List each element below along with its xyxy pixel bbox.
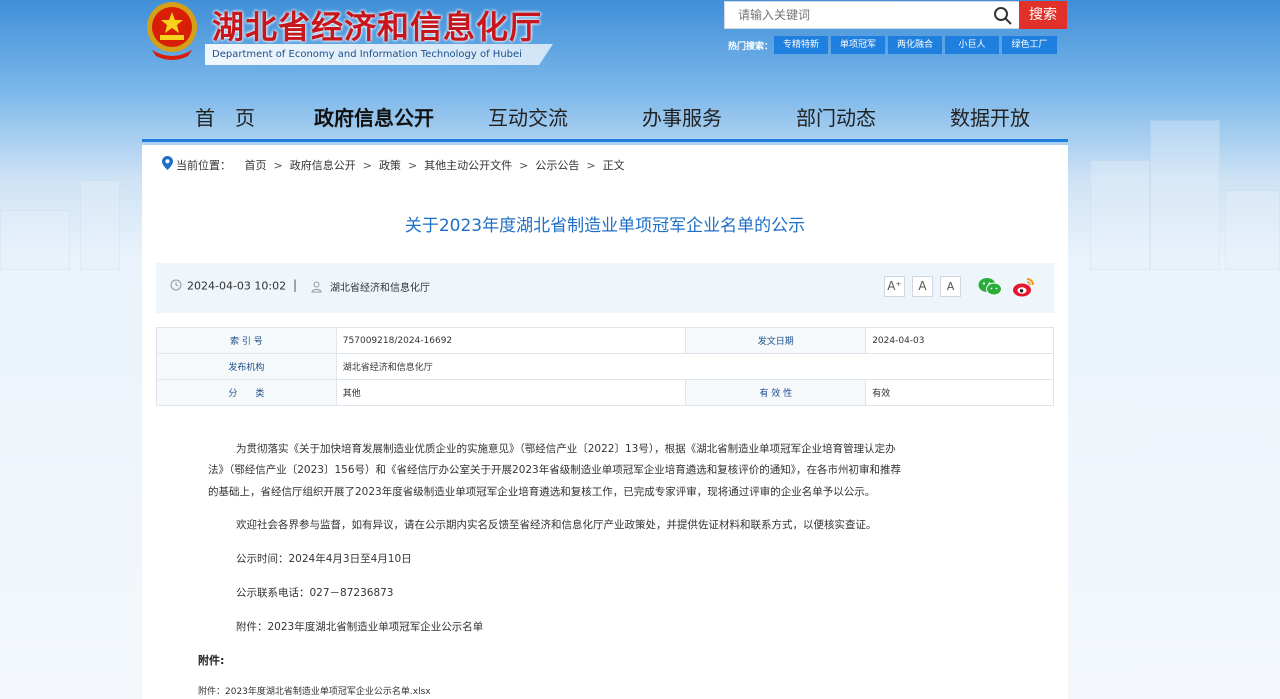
location-pin-icon bbox=[162, 156, 173, 176]
category-value: 其他 bbox=[335, 379, 687, 406]
nav-services[interactable]: 办事服务 bbox=[642, 104, 722, 132]
breadcrumb-label: 当前位置： bbox=[176, 159, 231, 172]
nav-interaction[interactable]: 互动交流 bbox=[488, 104, 568, 132]
hot-tag-xiaojuren[interactable]: 小巨人 bbox=[945, 36, 999, 54]
breadcrumb-other-files[interactable]: 其他主动公开文件 bbox=[424, 159, 512, 172]
category-label: 分 类 bbox=[156, 379, 337, 406]
wechat-share-icon[interactable] bbox=[978, 276, 1002, 298]
hot-search-label: 热门搜索： bbox=[728, 42, 774, 52]
table-row: 索 引 号 757009218/2024-16692 发文日期 2024-04-… bbox=[156, 327, 1054, 354]
font-size-medium-button[interactable]: A bbox=[912, 276, 933, 297]
article-meta-bar: 2024-04-03 10:02 | 湖北省经济和信息化厅 A⁺ A A bbox=[156, 263, 1054, 313]
search-icon[interactable] bbox=[993, 6, 1013, 26]
org-label: 发布机构 bbox=[156, 353, 337, 380]
org-value: 湖北省经济和信息化厅 bbox=[335, 353, 1055, 380]
publish-date-text: 2024-04-03 10:02 bbox=[187, 279, 287, 293]
search-box bbox=[724, 1, 1020, 29]
site-subtitle: Department of Economy and Information Te… bbox=[205, 44, 553, 65]
breadcrumb-policy[interactable]: 政策 bbox=[379, 159, 401, 172]
nav-dept-news[interactable]: 部门动态 bbox=[796, 104, 876, 132]
hot-tag-zhuanjing[interactable]: 专精特新 bbox=[774, 36, 828, 54]
person-icon bbox=[311, 281, 322, 296]
breadcrumb-announcements[interactable]: 公示公告 bbox=[535, 159, 579, 172]
search-button[interactable]: 搜索 bbox=[1019, 1, 1067, 29]
publisher: 湖北省经济和信息化厅 bbox=[311, 279, 430, 296]
nav-home[interactable]: 首 页 bbox=[195, 104, 255, 132]
article-title: 关于2023年度湖北省制造业单项冠军企业名单的公示 bbox=[404, 216, 806, 236]
hot-tag-lvse[interactable]: 绿色工厂 bbox=[1002, 36, 1057, 54]
paragraph-3: 公示时间：2024年4月3日至4月10日 bbox=[236, 553, 412, 565]
document-info-table: 索 引 号 757009218/2024-16692 发文日期 2024-04-… bbox=[156, 327, 1055, 406]
font-size-large-button[interactable]: A⁺ bbox=[884, 276, 905, 297]
breadcrumb-home[interactable]: 首页 bbox=[245, 159, 267, 172]
date-label: 发文日期 bbox=[685, 327, 867, 354]
publisher-text: 湖北省经济和信息化厅 bbox=[330, 283, 430, 294]
breadcrumb-gov-info[interactable]: 政府信息公开 bbox=[290, 159, 356, 172]
nav-gov-info[interactable]: 政府信息公开 bbox=[314, 104, 434, 132]
breadcrumb: 当前位置： 首页 > 政府信息公开 > 政策 > 其他主动公开文件 > 公示公告 > 正文 bbox=[162, 156, 625, 174]
paragraph-5: 附件：2023年度湖北省制造业单项冠军企业公示名单 bbox=[236, 621, 484, 633]
attachment-link[interactable]: 附件：2023年度湖北省制造业单项冠军企业公示名单.xlsx bbox=[198, 684, 431, 697]
table-row: 分 类 其他 有 效 性 有效 bbox=[156, 379, 1054, 406]
table-row: 发布机构 湖北省经济和信息化厅 bbox=[156, 353, 1055, 380]
meta-separator: | bbox=[293, 278, 298, 292]
index-label: 索 引 号 bbox=[156, 327, 337, 354]
attachment-label: 附件: bbox=[198, 654, 225, 667]
hot-tag-danxiang[interactable]: 单项冠军 bbox=[831, 36, 885, 54]
site-title: 湖北省经济和信息化厅 bbox=[212, 8, 543, 46]
weibo-share-icon[interactable] bbox=[1012, 276, 1036, 298]
paragraph-1-line-3: 的基础上，省经信厅组织开展了2023年度省级制造业单项冠军企业培育遴选和复核工作… bbox=[208, 486, 876, 498]
nav-open-data[interactable]: 数据开放 bbox=[950, 104, 1030, 132]
index-value: 757009218/2024-16692 bbox=[335, 327, 687, 354]
paragraph-2: 欢迎社会各界参与监督，如有异议，请在公示期内实名反馈至省经济和信息化厅产业政策处… bbox=[236, 519, 877, 531]
search-input[interactable] bbox=[725, 2, 985, 28]
paragraph-1-line-1: 为贯彻落实《关于加快培育发展制造业优质企业的实施意见》（鄂经信产业〔2022〕1… bbox=[236, 443, 896, 455]
national-emblem-logo bbox=[142, 0, 202, 62]
hot-tag-lianghua[interactable]: 两化融合 bbox=[888, 36, 942, 54]
main-nav: 首 页 政府信息公开 互动交流 办事服务 部门动态 数据开放 bbox=[142, 94, 1068, 142]
publish-date: 2024-04-03 10:02 bbox=[170, 279, 286, 294]
paragraph-4: 公示联系电话：027－87236873 bbox=[236, 587, 394, 599]
validity-value: 有效 bbox=[865, 379, 1054, 406]
font-size-small-button[interactable]: A bbox=[940, 276, 961, 297]
validity-label: 有 效 性 bbox=[685, 379, 867, 406]
clock-icon bbox=[170, 279, 182, 294]
paragraph-1-line-2: 法》（鄂经信产业〔2023〕156号）和《省经信厅办公室关于开展2023年省级制… bbox=[208, 464, 901, 476]
date-value: 2024-04-03 bbox=[865, 327, 1054, 354]
breadcrumb-current: 正文 bbox=[602, 159, 625, 172]
